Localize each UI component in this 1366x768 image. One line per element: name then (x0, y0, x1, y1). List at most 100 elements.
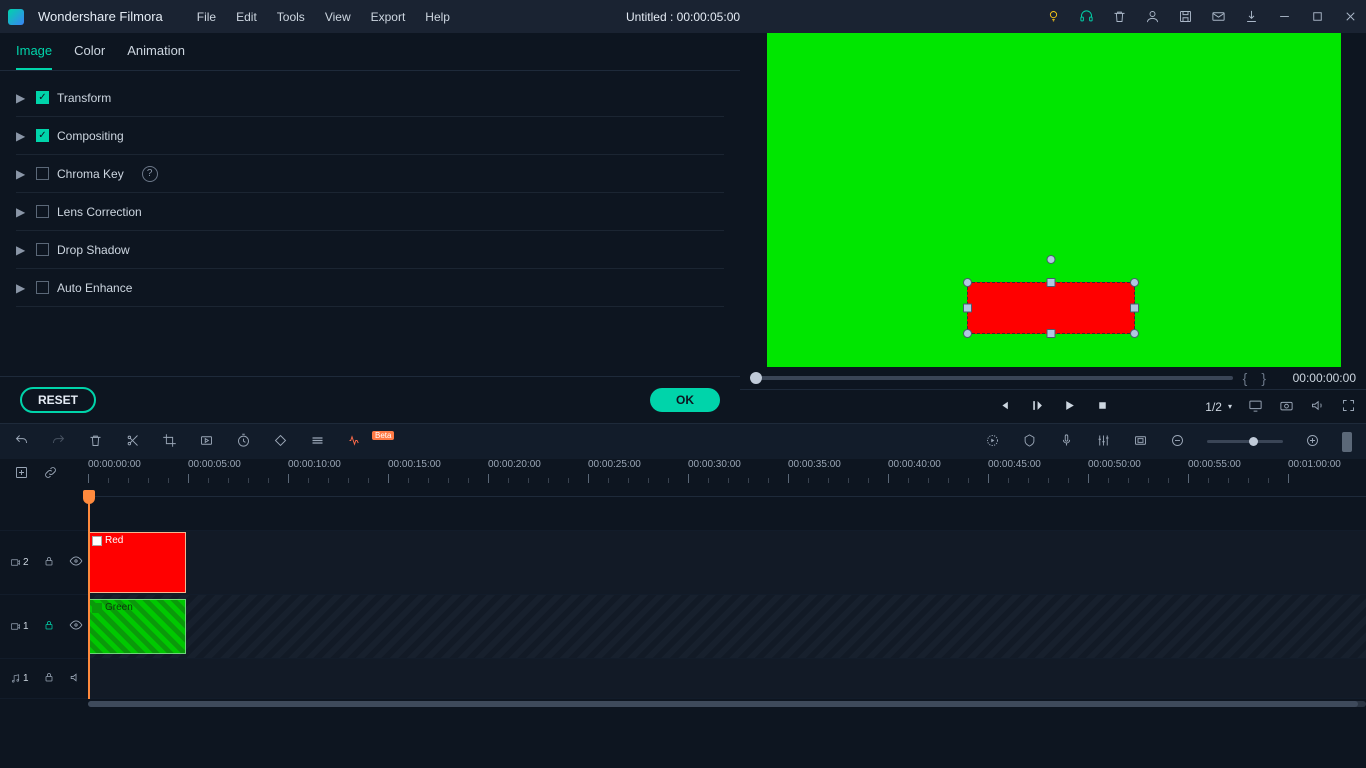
speaker-icon[interactable] (69, 671, 82, 687)
menu-export[interactable]: Export (371, 10, 406, 24)
video-track-icon: 1 (10, 621, 29, 632)
tab-image[interactable]: Image (16, 43, 52, 70)
menu-tools[interactable]: Tools (277, 10, 305, 24)
timeline-view-toggle[interactable] (1342, 432, 1352, 452)
preview-scrubber[interactable] (750, 376, 1233, 380)
prop-drop-shadow[interactable]: ▶ Drop Shadow (16, 231, 724, 269)
stop-button[interactable] (1096, 399, 1109, 415)
redo-icon[interactable] (51, 433, 66, 451)
help-chroma-key[interactable]: ? (142, 166, 158, 182)
playhead[interactable] (88, 497, 90, 699)
delete-icon[interactable] (88, 433, 103, 451)
color-icon[interactable] (310, 433, 325, 451)
timeline-ruler[interactable]: 00:00:00:0000:00:05:0000:00:10:0000:00:1… (88, 459, 1366, 497)
speed-icon[interactable] (199, 433, 214, 451)
prop-lens-correction[interactable]: ▶ Lens Correction (16, 193, 724, 231)
preview-timecode: 00:00:00:00 (1276, 371, 1356, 385)
ok-button[interactable]: OK (650, 388, 720, 412)
track-head-v1[interactable]: 1 (0, 595, 88, 659)
rotate-handle[interactable] (1047, 255, 1056, 264)
maximize-icon[interactable] (1310, 9, 1325, 24)
mail-icon[interactable] (1211, 9, 1226, 24)
timeline-scrollbar[interactable] (0, 699, 1366, 709)
inspector-tabs: Image Color Animation (0, 33, 740, 71)
prop-compositing[interactable]: ▶ Compositing (16, 117, 724, 155)
play-pause-button[interactable] (1030, 399, 1043, 415)
minimize-icon[interactable] (1277, 9, 1292, 24)
volume-icon[interactable] (1310, 398, 1325, 416)
resize-handle-b[interactable] (1047, 329, 1056, 338)
duration-icon[interactable] (236, 433, 251, 451)
fit-icon[interactable] (1133, 433, 1148, 451)
prop-chroma-key[interactable]: ▶ Chroma Key ? (16, 155, 724, 193)
menu-file[interactable]: File (197, 10, 216, 24)
preview-viewport[interactable] (767, 33, 1341, 367)
close-icon[interactable] (1343, 9, 1358, 24)
lock-icon[interactable] (43, 619, 55, 634)
checkbox-drop-shadow[interactable] (36, 243, 49, 256)
support-icon[interactable] (1079, 9, 1094, 24)
track-lane-v1[interactable]: Green (88, 595, 1366, 659)
trash-icon[interactable] (1112, 9, 1127, 24)
resize-handle-br[interactable] (1130, 329, 1139, 338)
tips-icon[interactable] (1046, 9, 1061, 24)
lock-icon[interactable] (43, 555, 55, 570)
lock-icon[interactable] (43, 671, 55, 686)
resize-handle-t[interactable] (1047, 278, 1056, 287)
audio-sync-icon[interactable] (347, 433, 362, 451)
save-icon[interactable] (1178, 9, 1193, 24)
fullscreen-icon[interactable] (1341, 398, 1356, 416)
app-logo (8, 9, 24, 25)
checkbox-chroma-key[interactable] (36, 167, 49, 180)
prop-transform[interactable]: ▶ Transform (16, 79, 724, 117)
mark-in-icon[interactable]: { (1243, 370, 1248, 386)
resize-handle-r[interactable] (1130, 304, 1139, 313)
play-button[interactable] (1063, 399, 1076, 415)
render-icon[interactable] (985, 433, 1000, 451)
checkbox-auto-enhance[interactable] (36, 281, 49, 294)
resize-handle-tl[interactable] (963, 278, 972, 287)
keyframe-icon[interactable] (273, 433, 288, 451)
resize-handle-l[interactable] (963, 304, 972, 313)
undo-icon[interactable] (14, 433, 29, 451)
preview-zoom-select[interactable]: 1/2 ▾ (1205, 400, 1232, 414)
voiceover-icon[interactable] (1059, 433, 1074, 451)
checkbox-compositing[interactable] (36, 129, 49, 142)
menu-help[interactable]: Help (425, 10, 450, 24)
reset-button[interactable]: RESET (20, 387, 96, 413)
tab-animation[interactable]: Animation (127, 43, 185, 70)
zoom-out-icon[interactable] (1170, 433, 1185, 451)
display-icon[interactable] (1248, 398, 1263, 416)
track-lane-v2[interactable]: Red (88, 531, 1366, 595)
zoom-slider[interactable] (1207, 440, 1283, 443)
marker-icon[interactable] (1022, 433, 1037, 451)
track-head-a1[interactable]: 1 (0, 659, 88, 699)
clip-red[interactable]: Red (88, 532, 186, 593)
prop-auto-enhance[interactable]: ▶ Auto Enhance (16, 269, 724, 307)
tab-color[interactable]: Color (74, 43, 105, 70)
resize-handle-tr[interactable] (1130, 278, 1139, 287)
checkbox-transform[interactable] (36, 91, 49, 104)
track-head-v2[interactable]: 2 (0, 531, 88, 595)
prev-frame-button[interactable] (997, 399, 1010, 415)
menu-edit[interactable]: Edit (236, 10, 257, 24)
selected-clip-overlay[interactable] (967, 282, 1135, 334)
download-icon[interactable] (1244, 9, 1259, 24)
add-track-icon[interactable] (14, 465, 29, 483)
eye-icon[interactable] (69, 554, 83, 571)
resize-handle-bl[interactable] (963, 329, 972, 338)
tracks-area[interactable]: Red Green (88, 497, 1366, 699)
track-lane-a1[interactable] (88, 659, 1366, 699)
link-icon[interactable] (43, 465, 58, 483)
zoom-in-icon[interactable] (1305, 433, 1320, 451)
crop-icon[interactable] (162, 433, 177, 451)
checkbox-lens-correction[interactable] (36, 205, 49, 218)
menu-view[interactable]: View (325, 10, 351, 24)
mark-out-icon[interactable]: } (1261, 370, 1266, 386)
mixer-icon[interactable] (1096, 433, 1111, 451)
account-icon[interactable] (1145, 9, 1160, 24)
eye-icon[interactable] (69, 618, 83, 635)
snapshot-icon[interactable] (1279, 398, 1294, 416)
clip-green[interactable]: Green (88, 599, 186, 654)
split-icon[interactable] (125, 433, 140, 451)
